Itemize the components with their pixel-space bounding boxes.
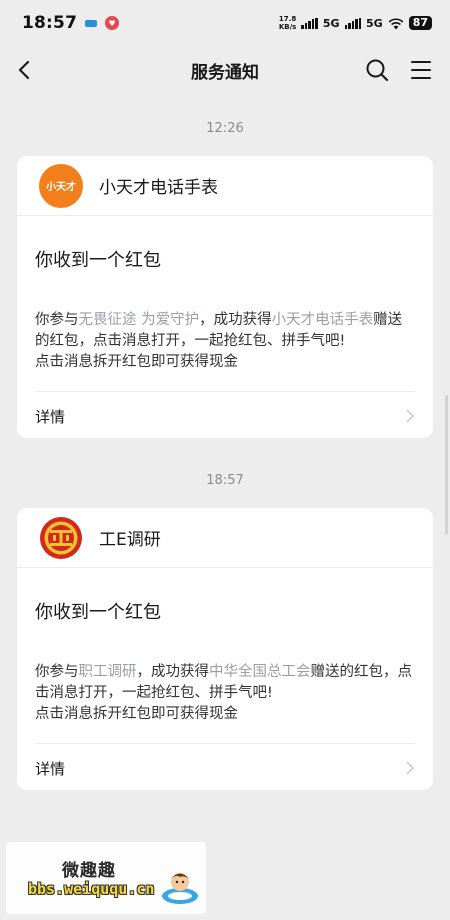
status-left: 18:57 ♥ [22, 13, 120, 33]
status-right: 17.8 KB/s 5G 5G 87 [279, 15, 432, 31]
menu-icon[interactable] [408, 58, 434, 82]
card-header[interactable]: 工E调研 [17, 508, 433, 568]
nav-bar: 服务通知 [0, 46, 450, 94]
union-logo-icon [40, 516, 82, 559]
page-title: 服务通知 [191, 62, 259, 83]
details-label: 详情 [35, 759, 66, 778]
message-timestamp: 12:26 [206, 121, 244, 136]
net-speed: 17.8 KB/s [279, 15, 296, 31]
body-text: 点击消息拆开红包即可获得现金 [35, 706, 238, 722]
signal-icon-2 [344, 17, 361, 29]
details-link[interactable]: 详情 [17, 744, 433, 790]
chevron-right-icon [406, 761, 415, 775]
body-text: 你参与 [35, 312, 79, 328]
card-body: 你参与职工调研，成功获得中华全国总工会赠送的红包，点击消息打开，一起抢红包、拼手… [17, 624, 433, 725]
activity-name: 职工调研 [78, 664, 137, 680]
sender-avatar[interactable] [39, 515, 83, 560]
body-text: ，成功获得 [199, 312, 272, 328]
watermark: 微趣趣 bbs.weiququ.cn [6, 842, 206, 914]
notification-app-icon [85, 19, 98, 27]
giver-name: 小天才电话手表 [271, 312, 374, 328]
notification-app-icon-2: ♥ [105, 16, 120, 30]
net-speed-unit: KB/s [278, 23, 297, 31]
status-bar: 18:57 ♥ 17.8 KB/s 5G 5G 87 [0, 0, 450, 46]
sender-name[interactable]: 小天才电话手表 [99, 173, 218, 198]
mascot-icon [162, 873, 198, 904]
chevron-right-icon [406, 409, 415, 423]
net-speed-value: 17.8 [278, 15, 297, 23]
search-icon[interactable] [364, 57, 390, 83]
details-label: 详情 [35, 407, 66, 426]
sender-avatar[interactable]: 小天才 [39, 163, 83, 208]
signal-icon [301, 17, 318, 29]
network-type-2: 5G [366, 16, 383, 30]
body-text: ，成功获得 [136, 664, 210, 680]
scrollbar[interactable] [445, 395, 448, 535]
service-notice-card[interactable]: 工E调研 你收到一个红包 你参与职工调研，成功获得中华全国总工会赠送的红包，点击… [17, 508, 433, 790]
watermark-url: bbs.weiququ.cn [28, 880, 155, 898]
giver-name: 中华全国总工会 [209, 664, 311, 680]
details-link[interactable]: 详情 [17, 392, 433, 438]
service-notice-card[interactable]: 小天才 小天才电话手表 你收到一个红包 你参与无畏征途 为爱守护，成功获得小天才… [17, 156, 433, 438]
network-type: 5G [322, 16, 340, 30]
battery-indicator: 87 [408, 16, 432, 30]
message-timestamp: 18:57 [206, 473, 244, 488]
body-text: 点击消息拆开红包即可获得现金 [35, 354, 238, 370]
card-header[interactable]: 小天才 小天才电话手表 [17, 156, 433, 216]
sender-name[interactable]: 工E调研 [99, 525, 161, 550]
wifi-icon [388, 17, 404, 29]
back-arrow-icon[interactable] [14, 58, 36, 82]
card-title: 你收到一个红包 [35, 250, 161, 271]
watermark-title: 微趣趣 [62, 861, 116, 881]
body-text: 你参与 [35, 664, 79, 680]
activity-name: 无畏征途 为爱守护 [78, 312, 200, 328]
card-body: 你参与无畏征途 为爱守护，成功获得小天才电话手表赠送的红包，点击消息打开，一起抢… [17, 272, 433, 373]
card-title: 你收到一个红包 [35, 602, 161, 623]
status-time: 18:57 [22, 13, 78, 33]
